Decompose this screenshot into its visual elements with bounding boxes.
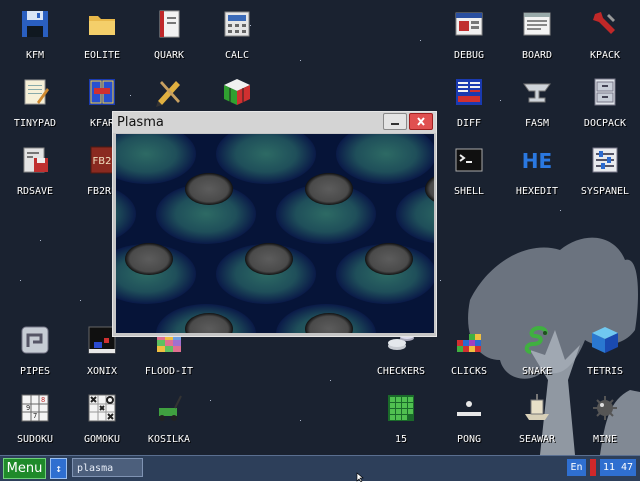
tray-indicator[interactable]	[590, 459, 596, 476]
desktop-icon-calc[interactable]: CALC	[205, 0, 269, 66]
minimize-button[interactable]	[383, 113, 407, 130]
desktop-icon-rdsave[interactable]: RDSAVE	[3, 136, 67, 202]
sudoku-icon: 978	[21, 394, 49, 422]
desktop-icon-debug[interactable]: DEBUG	[437, 0, 501, 66]
desktop-icon-quark[interactable]: QUARK	[137, 0, 201, 66]
desktop-icon-docpack[interactable]: DOCPACK	[573, 68, 637, 134]
terminal-icon	[455, 148, 483, 172]
snake-icon	[524, 325, 548, 354]
svg-text:8: 8	[41, 396, 45, 404]
kfar-icon	[89, 79, 115, 105]
desktop-icon-pong[interactable]: PONG	[437, 384, 501, 450]
desktop-icon-fasm[interactable]: FASM	[505, 68, 569, 134]
close-icon	[417, 117, 425, 126]
plasma-spot	[185, 173, 233, 205]
pong-icon	[457, 401, 481, 416]
svg-text:FB2: FB2	[93, 156, 112, 167]
icon-label: MINE	[592, 434, 618, 445]
icon-label: SYSPANEL	[580, 186, 630, 197]
desktop-icon-syspanel[interactable]: SYSPANEL	[573, 136, 637, 202]
desktop: KFM EOLITE QUARK CALC DEBUG BOARD KPACK …	[0, 0, 640, 455]
desktop-icon-sudoku[interactable]: 978 SUDOKU	[3, 384, 67, 450]
board-icon	[523, 12, 551, 36]
language-indicator[interactable]: En	[567, 459, 586, 476]
plasma-spot	[245, 243, 293, 275]
desktop-icon-eolite[interactable]: EOLITE	[70, 0, 134, 66]
rubik-cube-icon	[224, 79, 250, 105]
desktop-icon-shell[interactable]: SHELL	[437, 136, 501, 202]
mouse-cursor-icon	[356, 472, 364, 482]
window-title: Plasma	[117, 115, 164, 130]
icon-label: TETRIS	[586, 366, 624, 377]
cabinet-icon	[594, 78, 616, 106]
desktop-icon-15[interactable]: 15	[369, 384, 433, 450]
clicks-icon	[457, 334, 481, 352]
window-titlebar[interactable]: Plasma	[113, 112, 436, 133]
menu-button[interactable]: Menu	[3, 458, 46, 479]
clock[interactable]: 11 47	[600, 459, 636, 476]
icon-label: KOSILKA	[147, 434, 191, 445]
debug-icon	[455, 12, 483, 36]
desktop-icon-hexedit[interactable]: HE HEXEDIT	[505, 136, 569, 202]
floppy-icon	[22, 11, 48, 37]
folder-icon	[89, 16, 115, 35]
plasma-canvas	[116, 134, 434, 333]
svg-text:HE: HE	[522, 149, 552, 173]
icon-label: CALC	[224, 50, 250, 61]
fifteen-puzzle-icon	[388, 395, 414, 421]
gomoku-icon	[88, 394, 116, 422]
desktop-icon-clicks[interactable]: CLICKS	[437, 316, 501, 382]
desktop-icon-tinypad[interactable]: TINYPAD	[3, 68, 67, 134]
close-button[interactable]	[409, 113, 433, 130]
desktop-icon-kpack[interactable]: KPACK	[573, 0, 637, 66]
notebook-icon	[159, 10, 180, 38]
pipes-icon	[21, 326, 49, 354]
icon-label: DOCPACK	[583, 118, 627, 129]
mine-icon	[593, 396, 617, 420]
desktop-icon-tetris[interactable]: TETRIS	[573, 316, 637, 382]
icon-label: KPACK	[589, 50, 621, 61]
icon-label: FLOOD-IT	[144, 366, 194, 377]
desktop-icon-diff[interactable]: DIFF	[437, 68, 501, 134]
desktop-icon-board[interactable]: BOARD	[505, 0, 569, 66]
wrench-icon	[593, 12, 615, 34]
desktop-icon-pipes[interactable]: PIPES	[3, 316, 67, 382]
plasma-window[interactable]: Plasma	[112, 111, 437, 337]
ship-icon	[525, 394, 549, 420]
sliders-icon	[592, 147, 618, 173]
tetris-icon	[592, 327, 618, 353]
notepad-icon	[24, 79, 49, 105]
anvil-icon	[523, 83, 551, 103]
minimize-icon	[391, 123, 399, 125]
desktop-icon-mine[interactable]: MINE	[573, 384, 637, 450]
plasma-spot	[305, 173, 353, 205]
desktop-icon-snake[interactable]: SNAKE	[505, 316, 569, 382]
hex-icon: HE	[522, 149, 552, 173]
calculator-icon	[224, 11, 250, 37]
desktop-icon-kosilka[interactable]: KOSILKA	[137, 384, 201, 450]
desktop-icon-kfm[interactable]: KFM	[3, 0, 67, 66]
switch-button[interactable]: ↕	[50, 458, 67, 479]
lawnmower-icon	[159, 395, 182, 421]
plasma-spot	[125, 243, 173, 275]
rdsave-icon	[23, 147, 48, 173]
plasma-spot	[365, 243, 413, 275]
svg-text:7: 7	[33, 412, 37, 420]
pencil-icon	[156, 81, 180, 107]
desktop-icon-seawar[interactable]: SEAWAR	[505, 384, 569, 450]
svg-text:9: 9	[26, 404, 30, 412]
taskbar-item-plasma[interactable]: plasma	[72, 458, 143, 477]
desktop-icon-gomoku[interactable]: GOMOKU	[70, 384, 134, 450]
diff-icon	[456, 79, 482, 105]
taskbar: Menu ↕ plasma En 11 47	[0, 455, 640, 481]
